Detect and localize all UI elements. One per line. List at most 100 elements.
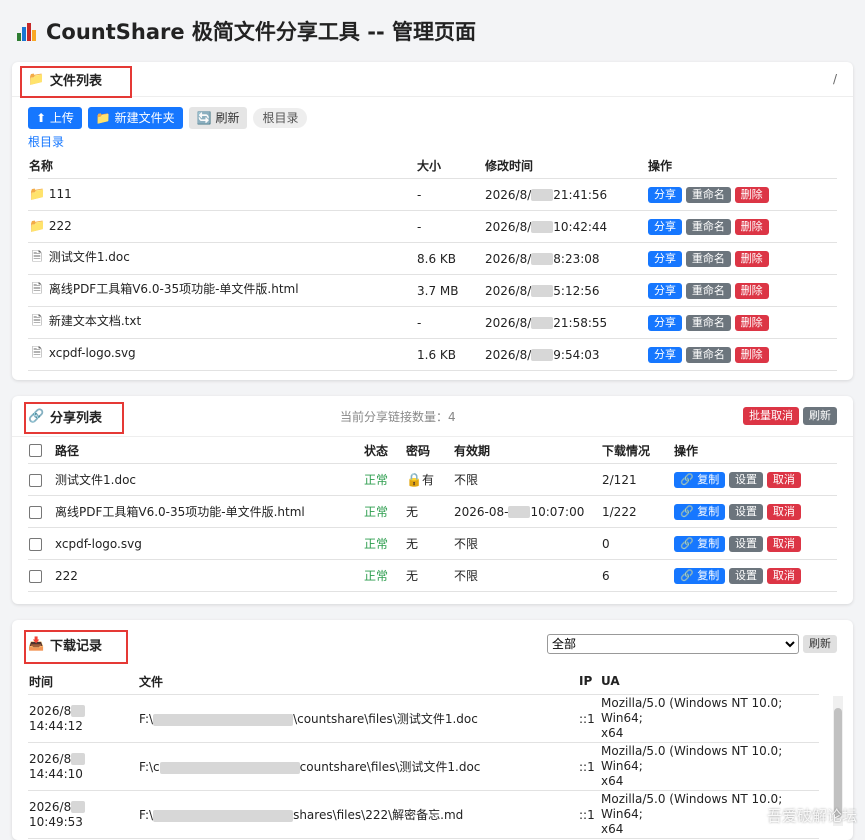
rename-button[interactable]: 重命名 [686,347,731,363]
dl-file: F:\ccountshare\files\测试文件1.doc [138,743,578,791]
share-path: 离线PDF工具箱V6.0-35项功能-单文件版.html [54,496,363,528]
share-expire: 不限 [453,464,601,496]
file-name[interactable]: 测试文件1.doc [49,250,130,264]
document-icon: 🗎 [29,312,45,334]
settings-button[interactable]: 设置 [729,536,763,552]
table-row: 🗎 测试文件1.doc8.6 KB2026/8/8:23:08分享 重命名 删除 [28,243,837,275]
row-checkbox[interactable] [29,538,42,551]
cancel-share-button[interactable]: 取消 [767,472,801,488]
share-status: 正常 [363,496,405,528]
dl-ua: Mozilla/5.0 (Windows NT 10.0; Win64;x64 [600,743,819,791]
download-refresh-button[interactable]: 刷新 [803,635,837,653]
new-folder-button[interactable]: 📁 新建文件夹 [88,107,183,129]
rename-button[interactable]: 重命名 [686,219,731,235]
row-checkbox[interactable] [29,506,42,519]
rename-button[interactable]: 重命名 [686,251,731,267]
col-actions: 操作 [647,152,837,179]
share-password: 无 [405,496,453,528]
file-name[interactable]: 离线PDF工具箱V6.0-35项功能-单文件版.html [49,282,299,296]
document-icon: 🗎 [29,344,45,366]
share-button[interactable]: 分享 [648,219,682,235]
file-name[interactable]: 新建文本文档.txt [49,314,141,328]
dl-ip: ::1 [578,791,600,839]
delete-button[interactable]: 删除 [735,251,769,267]
delete-button[interactable]: 删除 [735,219,769,235]
share-expire: 不限 [453,560,601,592]
share-status: 正常 [363,560,405,592]
watermark: 吾爱破解论坛 [767,805,857,826]
blurred-region [531,253,553,265]
copy-button[interactable]: 🔗 复制 [674,472,725,488]
blurred-region [153,810,293,822]
settings-button[interactable]: 设置 [729,472,763,488]
col-dl-ua: UA [600,668,819,695]
file-size: - [416,211,484,243]
file-size: - [416,179,484,211]
blurred-region [508,506,530,518]
table-row: 🗎 新建文本文档.txt-2026/8/21:58:55分享 重命名 删除 [28,307,837,339]
share-expire: 2026-08-10:07:00 [453,496,601,528]
file-size: 3.7 MB [416,275,484,307]
settings-button[interactable]: 设置 [729,504,763,520]
download-header: 📥 下载记录 全部 刷新 [12,620,853,668]
share-count: 当前分享链接数量：4 [340,408,456,425]
share-button[interactable]: 分享 [648,347,682,363]
table-row: 📁 111-2026/8/21:41:56分享 重命名 删除 [28,179,837,211]
row-checkbox[interactable] [29,474,42,487]
share-button[interactable]: 分享 [648,187,682,203]
blurred-region [71,801,85,813]
copy-button[interactable]: 🔗 复制 [674,568,725,584]
file-time: 2026/8/21:41:56 [484,179,647,211]
blurred-region [531,189,553,201]
share-path: 测试文件1.doc [54,464,363,496]
row-checkbox[interactable] [29,570,42,583]
document-icon: 🗎 [29,248,45,270]
delete-button[interactable]: 删除 [735,187,769,203]
file-list-header: 📁 文件列表 / [12,62,853,97]
upload-button[interactable]: ⬆ 上传 [28,107,82,129]
table-row: 🗎 离线PDF工具箱V6.0-35项功能-单文件版.html3.7 MB2026… [28,275,837,307]
delete-button[interactable]: 删除 [735,315,769,331]
share-status: 正常 [363,464,405,496]
dl-time: 2026/814:44:10 [28,743,138,791]
cancel-share-button[interactable]: 取消 [767,536,801,552]
share-path: 222 [54,560,363,592]
share-password: 无 [405,528,453,560]
file-toolbar: ⬆ 上传 📁 新建文件夹 🔄 刷新 根目录 [12,97,853,129]
share-status: 正常 [363,528,405,560]
batch-cancel-button[interactable]: 批量取消 [743,407,799,425]
download-card: 📥 下载记录 全部 刷新 时间 文件 IP UA 2026/814:44:12F… [12,620,853,840]
file-name[interactable]: xcpdf-logo.svg [49,346,136,360]
share-button[interactable]: 分享 [648,251,682,267]
highlight-box [24,402,124,434]
rename-button[interactable]: 重命名 [686,283,731,299]
breadcrumb[interactable]: 根目录 [12,129,853,150]
copy-button[interactable]: 🔗 复制 [674,536,725,552]
select-all-checkbox[interactable] [29,444,42,457]
refresh-button[interactable]: 🔄 刷新 [189,107,248,129]
file-size: - [416,307,484,339]
share-downloads: 0 [601,528,673,560]
download-filter-select[interactable]: 全部 [547,634,799,654]
share-button[interactable]: 分享 [648,283,682,299]
settings-button[interactable]: 设置 [729,568,763,584]
blurred-region [71,753,85,765]
rename-button[interactable]: 重命名 [686,315,731,331]
file-list-card: 📁 文件列表 / ⬆ 上传 📁 新建文件夹 🔄 刷新 根目录 根目录 名称 大小… [12,62,853,380]
share-button[interactable]: 分享 [648,315,682,331]
cancel-share-button[interactable]: 取消 [767,504,801,520]
file-name[interactable]: 222 [49,219,72,233]
table-row: 🗎 xcpdf-logo.svg1.6 KB2026/8/9:54:03分享 重… [28,339,837,371]
cancel-share-button[interactable]: 取消 [767,568,801,584]
copy-button[interactable]: 🔗 复制 [674,504,725,520]
delete-button[interactable]: 删除 [735,347,769,363]
col-size: 大小 [416,152,484,179]
share-refresh-button[interactable]: 刷新 [803,407,837,425]
highlight-box [24,630,128,664]
rename-button[interactable]: 重命名 [686,187,731,203]
delete-button[interactable]: 删除 [735,283,769,299]
share-password: 无 [405,560,453,592]
col-password: 密码 [405,437,453,464]
file-name[interactable]: 111 [49,187,72,201]
col-path: 路径 [54,437,363,464]
